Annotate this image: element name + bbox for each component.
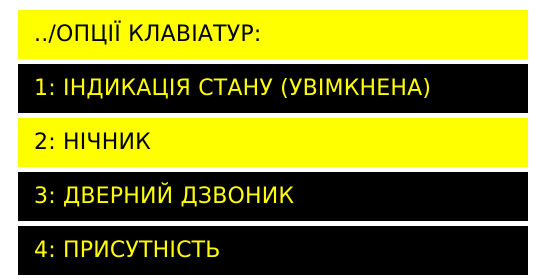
menu-header-title: ../ОПЦІЇ КЛАВІАТУР: [34, 22, 262, 47]
menu-item-status-indication[interactable]: 1: ІНДИКАЦІЯ СТАНУ (УВІМКНЕНА) [18, 64, 528, 113]
menu-item-label: 4: ПРИСУТНІСТЬ [34, 238, 221, 263]
menu-item-night-light[interactable]: 2: НІЧНИК [18, 118, 528, 167]
menu-item-door-bell[interactable]: 3: ДВЕРНИЙ ДЗВОНИК [18, 172, 528, 221]
menu-item-presence[interactable]: 4: ПРИСУТНІСТЬ [18, 226, 528, 275]
menu-header: ../ОПЦІЇ КЛАВІАТУР: [18, 10, 528, 59]
menu-item-label: 2: НІЧНИК [34, 130, 151, 155]
menu-item-label: 3: ДВЕРНИЙ ДЗВОНИК [34, 184, 295, 209]
menu-item-label: 1: ІНДИКАЦІЯ СТАНУ (УВІМКНЕНА) [34, 76, 432, 101]
keypad-options-menu: ../ОПЦІЇ КЛАВІАТУР: 1: ІНДИКАЦІЯ СТАНУ (… [18, 10, 528, 280]
